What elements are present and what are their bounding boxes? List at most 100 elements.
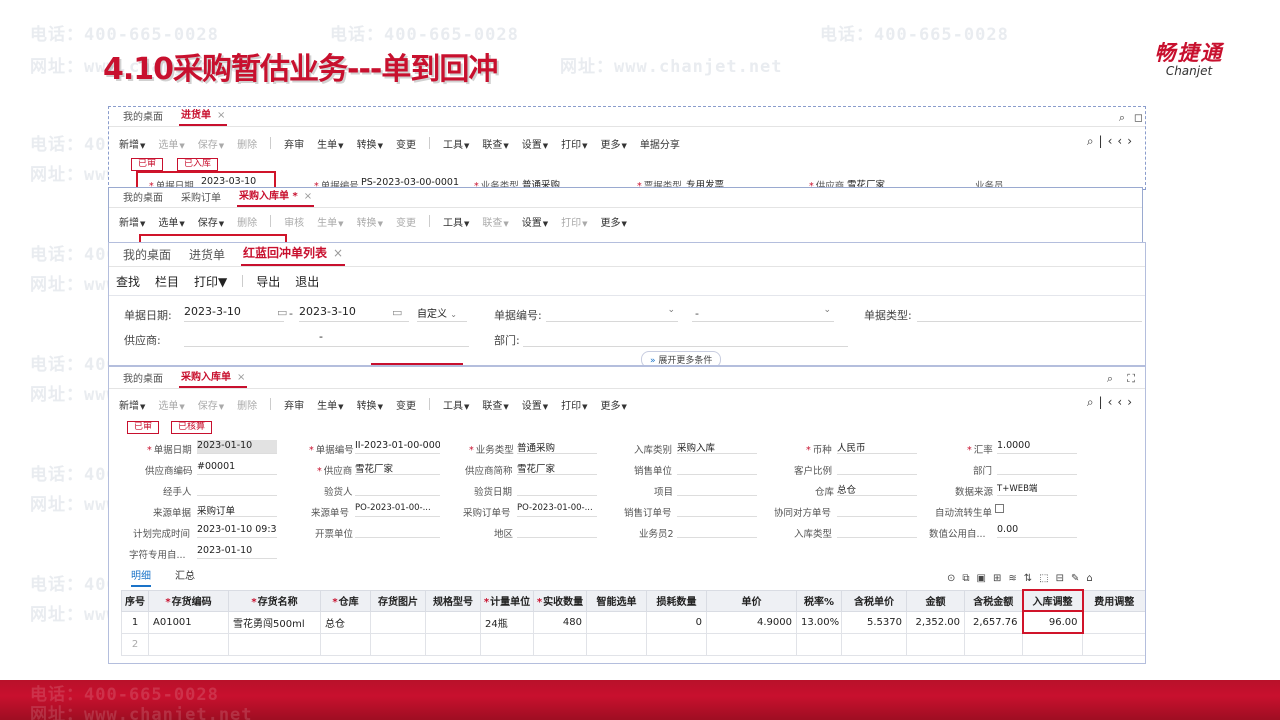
cell[interactable] [370, 632, 426, 656]
grid-icon[interactable]: ⊟ [1056, 573, 1071, 584]
cell[interactable]: 2,352.00 [906, 610, 965, 634]
cell[interactable]: A01001 [148, 610, 229, 634]
select-bill-button[interactable]: 选单▼ [158, 397, 184, 412]
bill-no-from-select[interactable]: ⌄ [546, 305, 678, 322]
cell[interactable] [586, 610, 647, 634]
select-bill-button[interactable]: 选单▼ [158, 214, 184, 229]
cell[interactable]: 480 [533, 610, 587, 634]
convert-button[interactable]: 转换▼ [357, 214, 383, 229]
locate-icon[interactable]: ⊙ [947, 573, 962, 584]
numeric-custom-value[interactable]: 0.00 [997, 524, 1077, 538]
column-header[interactable]: 规格型号 [425, 589, 481, 612]
columns-button[interactable]: 栏目 [155, 273, 179, 290]
link-query-button[interactable]: 联查▼ [482, 136, 508, 151]
export-button[interactable]: 导出 [256, 273, 280, 290]
stockin-type-value[interactable] [837, 524, 917, 538]
cell[interactable]: 2,657.76 [964, 610, 1023, 634]
print-button[interactable]: 打印▼ [561, 136, 587, 151]
supplier-short-value[interactable]: 雪花厂家 [517, 461, 597, 475]
column-header[interactable]: 存货图片 [370, 589, 426, 612]
staff2-value[interactable] [677, 524, 757, 538]
calendar-icon[interactable]: ▭ [277, 306, 287, 319]
cell[interactable] [370, 610, 426, 634]
cell[interactable] [1082, 632, 1145, 656]
link-query-button[interactable]: 联查▼ [482, 214, 508, 229]
cell[interactable] [320, 632, 371, 656]
cell[interactable]: 0 [646, 610, 707, 634]
cell[interactable]: 雪花勇闯500ml [228, 610, 321, 634]
table-row[interactable]: 2 [121, 632, 1145, 656]
supplier-code-value[interactable]: #00001 [197, 461, 277, 475]
convert-button[interactable]: 转换▼ [357, 136, 383, 151]
delete-button[interactable]: 删除 [237, 214, 257, 229]
source-bill-value[interactable]: 采购订单 [197, 503, 277, 517]
more-button[interactable]: 更多▼ [601, 397, 627, 412]
cell[interactable] [646, 632, 707, 656]
unaudit-button[interactable]: 弃审 [284, 397, 304, 412]
expand-more-button[interactable]: » 展开更多条件 [641, 351, 722, 365]
cell[interactable]: 总仓 [320, 610, 371, 634]
biz-type-value[interactable]: 普通采购 [517, 440, 597, 454]
print-button[interactable]: 打印▼ [561, 397, 587, 412]
column-header[interactable]: 计量单位 [480, 589, 534, 612]
zoom-icon[interactable]: ⌕ [1087, 134, 1099, 148]
cell[interactable] [148, 632, 229, 656]
search-icon[interactable]: ⌕ [1119, 111, 1125, 125]
cell[interactable]: 13.00% [796, 610, 842, 634]
settings-button[interactable]: 设置▼ [522, 397, 548, 412]
date-value[interactable]: 2023-01-10 [197, 440, 277, 454]
po-no-value[interactable]: PO-2023-01-00-... [517, 503, 597, 517]
audit-button[interactable]: 审核 [284, 214, 304, 229]
tab-purchase-order[interactable]: 采购订单 [179, 189, 223, 207]
source-no-value[interactable]: PO-2023-01-00-... [355, 503, 440, 517]
save-button[interactable]: 保存▼ [198, 214, 224, 229]
column-header[interactable]: 单价 [706, 589, 797, 612]
change-button[interactable]: 变更 [396, 397, 416, 412]
save-button[interactable]: 保存▼ [198, 397, 224, 412]
settings-button[interactable]: 设置▼ [522, 136, 548, 151]
record-navigation[interactable]: ⌕|‹‹› [1087, 395, 1137, 410]
column-header[interactable]: 费用调整 [1082, 589, 1145, 612]
close-icon[interactable]: × [304, 191, 312, 202]
save-button[interactable]: 保存▼ [198, 136, 224, 151]
tools-button[interactable]: 工具▼ [443, 397, 469, 412]
so-no-value[interactable] [677, 503, 757, 517]
exchange-rate-value[interactable]: 1.0000 [997, 440, 1077, 454]
tab-purchase-stockin[interactable]: 采购入库单 × [179, 368, 248, 388]
print-button[interactable]: 打印▼ [194, 273, 227, 290]
tab-purchase-receipt[interactable]: 进货单 × [179, 107, 228, 126]
data-source-value[interactable]: T+WEB端 [997, 482, 1077, 496]
column-header[interactable]: 仓库 [320, 589, 371, 612]
tools-button[interactable]: 工具▼ [443, 136, 469, 151]
tab-desktop[interactable]: 我的桌面 [121, 189, 165, 207]
unaudit-button[interactable]: 弃审 [284, 136, 304, 151]
close-icon[interactable]: × [333, 246, 343, 260]
cell-stockin-adjust[interactable]: 96.00 [1021, 611, 1084, 634]
column-header[interactable]: 智能选单 [586, 589, 647, 612]
convert-button[interactable]: 转换▼ [357, 397, 383, 412]
close-icon[interactable]: × [217, 110, 225, 121]
range-mode-select[interactable]: 自定义 ⌄ [417, 305, 467, 322]
more-button[interactable]: 更多▼ [601, 136, 627, 151]
search-icon[interactable]: ⌕ [1107, 372, 1113, 386]
tab-offset-list[interactable]: 红蓝回冲单列表 × [241, 244, 346, 266]
handler-value[interactable] [197, 482, 277, 496]
cell[interactable] [1082, 610, 1145, 634]
cell[interactable] [796, 632, 842, 656]
column-header[interactable]: 含税金额 [964, 589, 1023, 612]
tools-button[interactable]: 工具▼ [443, 214, 469, 229]
copy-row-icon[interactable]: ⧉ [962, 573, 976, 584]
column-header[interactable]: 含税单价 [841, 589, 907, 612]
cell[interactable] [533, 632, 587, 656]
column-header[interactable]: 税率% [796, 589, 842, 612]
batch-icon[interactable]: ≋ [1008, 573, 1023, 584]
tab-purchase-receipt[interactable]: 进货单 [187, 246, 227, 266]
cell[interactable]: 24瓶 [480, 610, 534, 634]
cell[interactable] [586, 632, 647, 656]
change-button[interactable]: 变更 [396, 136, 416, 151]
column-header[interactable]: 序号 [121, 589, 149, 612]
cell[interactable] [228, 632, 321, 656]
insert-row-icon[interactable]: ⊞ [993, 573, 1008, 584]
bill-no-value[interactable]: II-2023-01-00-0008 [355, 440, 440, 454]
print-button[interactable]: 打印▼ [561, 214, 587, 229]
